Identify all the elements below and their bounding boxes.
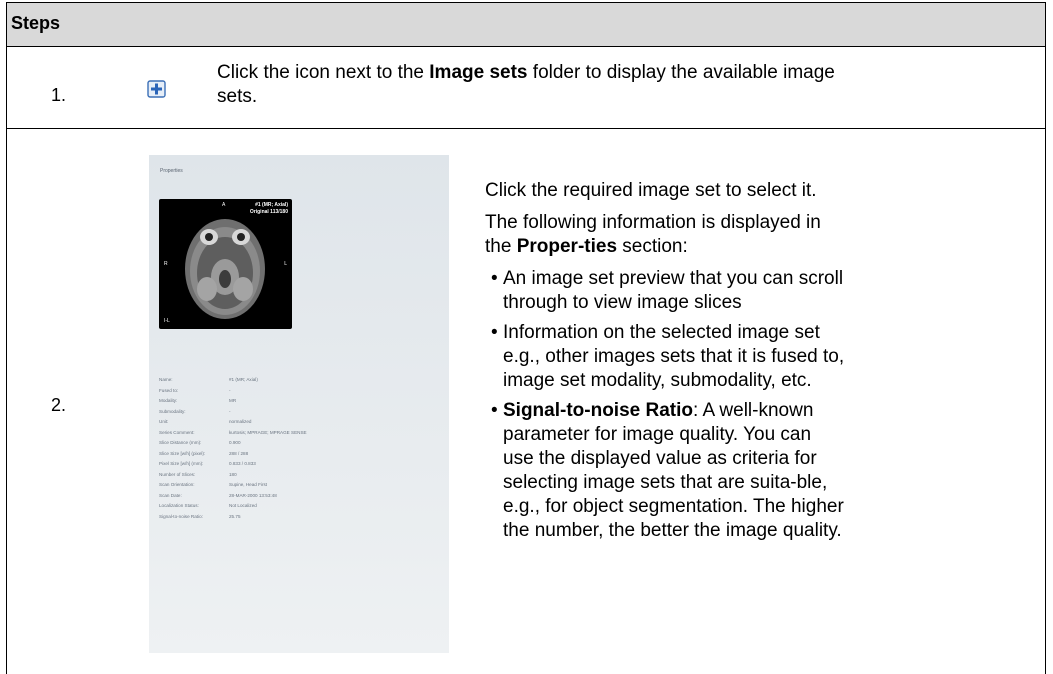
orientation-label-top: A (222, 202, 226, 208)
property-value: - (229, 408, 231, 414)
property-row: Slice Size [w/h] (pixel): 288 / 288 (159, 451, 449, 462)
properties-title: Properties (160, 168, 183, 174)
step-row-2: 2. Properties A #1 (MR; Axial) Original … (7, 129, 1045, 674)
property-key: Submodality: (159, 408, 186, 414)
table-header: Steps (7, 3, 1045, 47)
orientation-label-right: L (284, 261, 287, 267)
properties-screenshot: Properties A #1 (MR; Axial) Original 113… (149, 155, 449, 653)
step-2-info-intro: The following information is displayed i… (485, 211, 845, 259)
bullet-list: • An image set preview that you can scrol… (485, 267, 845, 543)
bullet-dot-icon: • (491, 268, 498, 289)
property-value: normalized (229, 419, 252, 424)
property-row: Scan Orientation: Supine, Head First (159, 482, 449, 493)
image-sets-term: Image sets (429, 62, 528, 83)
property-key: Scan Orientation: (159, 482, 195, 487)
property-value: kurtosis; MPRAGE; MPRAGE SENSE (229, 429, 307, 435)
bullet-dot-icon: • (491, 400, 498, 421)
plus-box-icon (147, 80, 167, 98)
property-value: MR (229, 398, 237, 403)
step-2-instruction: Click the required image set to select i… (485, 180, 817, 201)
bullet-term: Signal-to-noise Ratio (503, 400, 693, 421)
property-row: Fused to: - (159, 388, 449, 399)
step-number: 2. (51, 395, 67, 415)
bullet-item: • Signal-to-noise Ratio: A well-known par… (485, 399, 845, 543)
property-row: Name: #1 (MR; Axial) (159, 377, 449, 388)
preview-header: #1 (MR; Axial) Original 113/180 (250, 202, 288, 216)
property-row: Signal-to-noise Ratio: 25.75 (159, 514, 449, 525)
step-row-1: 1. Click the icon next to the Image sets… (7, 47, 1045, 129)
info-intro-part: section: (617, 236, 688, 257)
property-value: 0.900 (229, 440, 241, 445)
steps-table: Steps 1. Click the icon next to the Imag… (6, 2, 1046, 674)
property-key: Slice Distance (mm): (159, 440, 202, 445)
property-row: Unit: normalized (159, 419, 449, 430)
property-value: #1 (MR; Axial) (229, 377, 258, 382)
image-set-preview: A #1 (MR; Axial) Original 113/180 R L I-… (159, 199, 292, 329)
step-1-text-part: Click the icon next to the (217, 62, 430, 83)
property-key: Modality: (159, 398, 178, 403)
property-key: Number of Slices: (159, 471, 196, 477)
property-key: Signal-to-noise Ratio: (159, 513, 203, 519)
property-value: 288 / 288 (229, 450, 249, 456)
preview-slice-label: Original 113/180 (249, 209, 288, 215)
bullet-text: : A well-known parameter for image quali… (503, 400, 844, 541)
property-row: Slice Distance (mm): 0.900 (159, 440, 449, 451)
brain-mri-image (185, 219, 265, 319)
properties-list: Name: #1 (MR; Axial) Fused to: - Modality: MR… (159, 377, 449, 524)
property-row: Scan Date: 28-MAR-2000 13:53:48 (159, 493, 449, 504)
property-value: Not Localized (229, 503, 257, 508)
bullet-text: An image set preview that you can scroll… (503, 268, 844, 313)
bullet-text: Information on the selected image set e.… (503, 322, 845, 391)
step-number: 1. (51, 85, 67, 105)
step-2-description: Click the required image set to select i… (485, 179, 845, 549)
property-key: Name: (159, 377, 173, 382)
property-value: 28-MAR-2000 13:53:48 (229, 492, 277, 498)
preview-series-label: #1 (MR; Axial) (255, 202, 288, 208)
property-row: Pixel Size [w/h] (mm): 0.833 / 0.833 (159, 461, 449, 472)
header-label: Steps (11, 13, 61, 33)
step-1-text: Click the icon next to the Image sets fo… (217, 61, 837, 109)
property-value: 180 (229, 471, 237, 477)
property-row: Number of Slices: 180 (159, 472, 449, 483)
property-value: - (229, 387, 231, 393)
property-key: Fused to: (159, 387, 179, 393)
bullet-item: • Information on the selected image set e… (485, 321, 845, 393)
property-row: Submodality: - (159, 409, 449, 420)
orientation-label-left: R (164, 261, 168, 267)
property-key: Localization Status: (159, 503, 199, 508)
property-key: Pixel Size [w/h] (mm): (159, 461, 204, 466)
property-row: Series Comment: kurtosis; MPRAGE; MPRAGE … (159, 430, 449, 441)
properties-term: Proper-ties (516, 236, 618, 257)
property-key: Series Comment: (159, 429, 195, 435)
property-key: Scan Date: (159, 492, 182, 498)
property-key: Slice Size [w/h] (pixel): (159, 450, 206, 456)
property-row: Localization Status: Not Localized (159, 503, 449, 514)
property-value: 0.833 / 0.833 (229, 461, 256, 466)
bullet-item: • An image set preview that you can scrol… (485, 267, 845, 315)
property-value: Supine, Head First (229, 482, 268, 487)
property-value: 25.75 (229, 513, 241, 519)
orientation-label-corner: I-L (164, 318, 170, 324)
property-key: Unit: (159, 419, 169, 424)
bullet-dot-icon: • (491, 322, 498, 343)
property-row: Modality: MR (159, 398, 449, 409)
